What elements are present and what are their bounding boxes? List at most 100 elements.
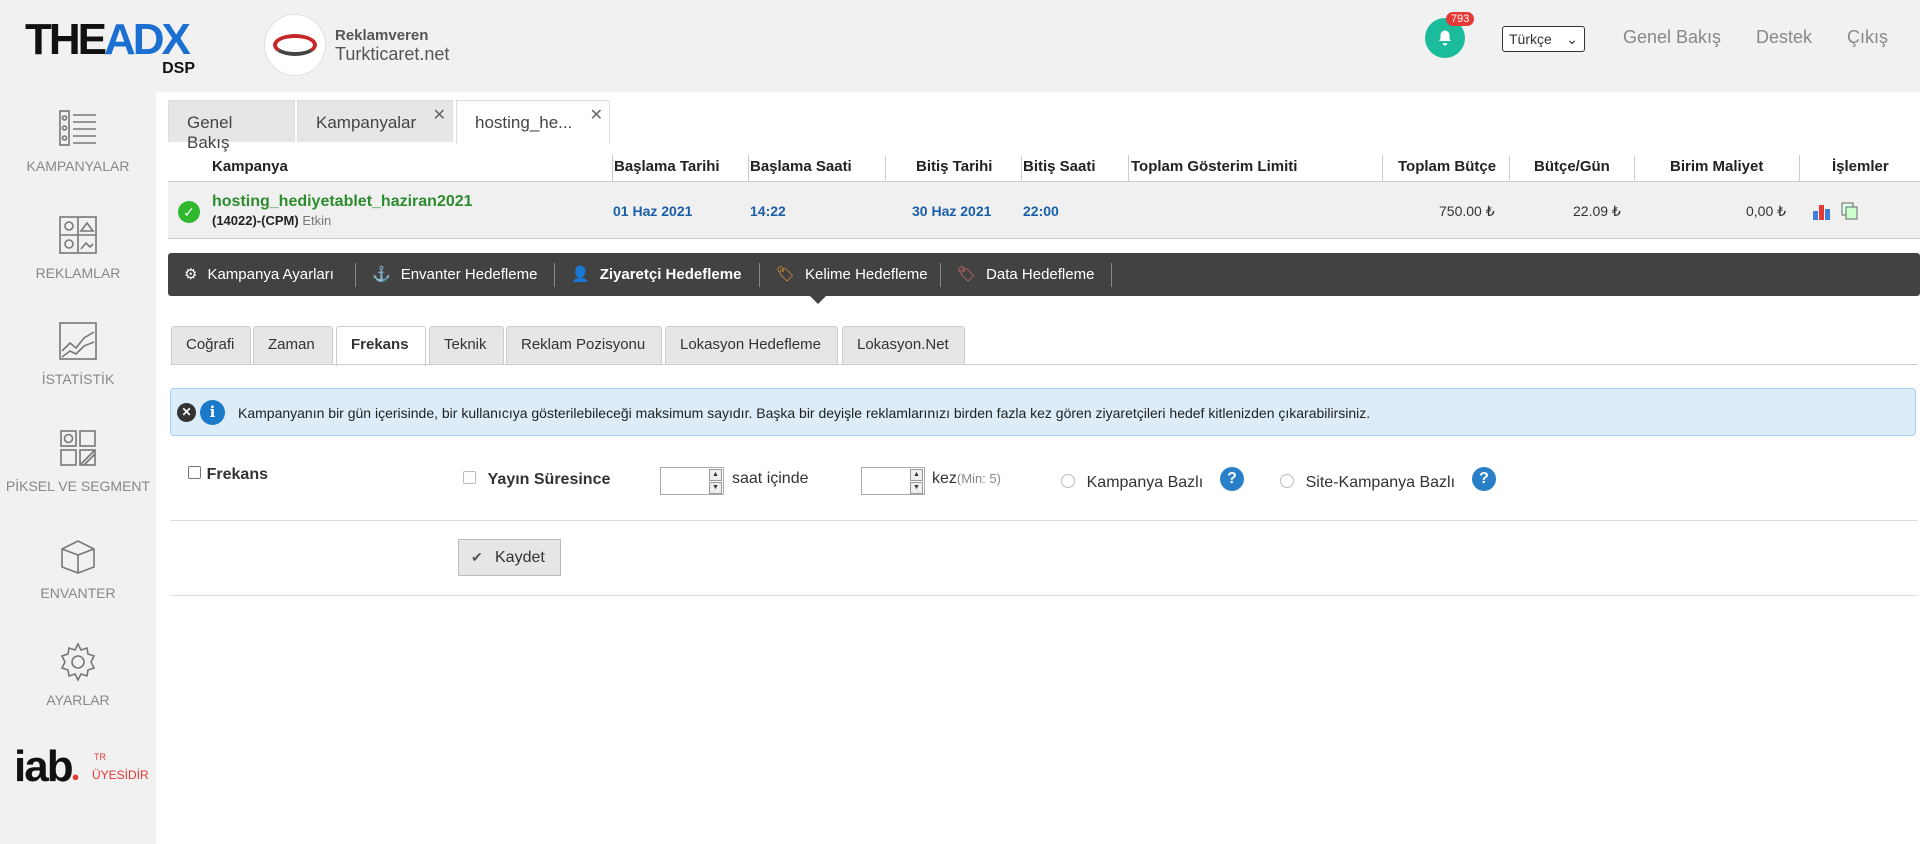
help-icon[interactable]: ? (1472, 467, 1496, 491)
sidebar-item-pixel-segment[interactable]: PİKSEL VE SEGMENT (0, 428, 156, 494)
advertiser-logo (264, 14, 326, 76)
ads-icon (58, 215, 98, 255)
sidebar-item-ads[interactable]: REKLAMLAR (0, 215, 156, 281)
sidebar-item-inventory[interactable]: ENVANTER (0, 535, 156, 601)
chevron-down-icon: ⌄ (1566, 30, 1578, 47)
tab-campaign-detail[interactable]: hosting_he... ✕ (456, 100, 610, 144)
info-text: Kampanyanın bir gün içerisinde, bir kull… (238, 405, 1371, 421)
close-icon[interactable]: ✕ (433, 105, 446, 125)
check-icon: ✔ (471, 549, 483, 565)
info-icon: i (200, 400, 225, 425)
campaign-based-label: Kampanya Bazlı (1086, 474, 1204, 491)
nav-logout[interactable]: Çıkış (1847, 27, 1888, 48)
toolbar-visitor-targeting[interactable]: 👤 Ziyaretçi Hedefleme (571, 265, 741, 283)
chart-line-icon (58, 321, 98, 361)
sidebar-item-label: AYARLAR (46, 692, 110, 708)
pixel-grid-icon (58, 428, 98, 468)
stepper-up-icon[interactable]: ▲ (910, 469, 923, 481)
frequency-checkbox[interactable] (188, 466, 201, 479)
toolbar-campaign-settings[interactable]: ⚙ Kampanya Ayarları (184, 265, 334, 283)
form-divider (170, 520, 1918, 521)
frequency-checkbox-group[interactable]: Frekans (188, 466, 268, 484)
box-icon (58, 535, 98, 575)
site-campaign-based-option[interactable]: Site-Kampanya Bazlı (1280, 474, 1455, 492)
language-select[interactable]: Türkçe ⌄ (1502, 26, 1585, 52)
bar-chart-icon[interactable] (1812, 201, 1832, 224)
tag-icon: 🏷 (776, 266, 796, 283)
campaign-table-header: Kampanya Başlama Tarihi Başlama Saati Bi… (168, 155, 1920, 181)
targeting-toolbar: ⚙ Kampanya Ayarları ⚓ Envanter Hedefleme 👤… (168, 253, 1920, 304)
sidebar-item-settings[interactable]: AYARLAR (0, 642, 156, 708)
toolbar-inventory-targeting[interactable]: ⚓ Envanter Hedefleme (372, 265, 537, 283)
close-icon[interactable]: ✕ (590, 105, 603, 125)
campaign-name[interactable]: hosting_hediyetablet_haziran2021 (212, 193, 473, 211)
visitor-icon: 👤 (571, 266, 590, 283)
tab-location-net[interactable]: Lokasyon.Net (842, 326, 965, 364)
close-icon[interactable]: ✕ (177, 403, 196, 422)
notification-count-badge: 793 (1446, 12, 1475, 26)
help-icon[interactable]: ? (1220, 467, 1244, 491)
sidebar-item-campaigns[interactable]: KAMPANYALAR (0, 108, 156, 174)
campaign-based-option[interactable]: Kampanya Bazlı (1061, 474, 1203, 492)
status-check-icon: ✓ (178, 201, 200, 223)
tab-location-targeting[interactable]: Lokasyon Hedefleme (665, 326, 838, 364)
total-budget: 750.00 ₺ (1439, 203, 1495, 219)
copy-icon[interactable] (1840, 201, 1860, 224)
top-header: THEADX DSP Reklamveren Turkticaret.net 7… (0, 0, 1920, 92)
sidebar-item-label: ENVANTER (40, 585, 116, 601)
tab-geo[interactable]: Coğrafi (171, 326, 251, 364)
tab-overview[interactable]: Genel Bakış (168, 100, 295, 152)
sidebar-item-statistics[interactable]: İSTATİSTİK (0, 321, 156, 387)
sidebar-item-label: KAMPANYALAR (26, 158, 130, 174)
active-caret (810, 296, 826, 304)
stepper-up-icon[interactable]: ▲ (709, 469, 722, 481)
anchor-icon: ⚓ (372, 266, 391, 283)
stepper-down-icon[interactable]: ▼ (910, 482, 923, 494)
sidebar: KAMPANYALAR REKLAMLAR İSTATİSTİK PİKSEL … (0, 92, 156, 844)
sidebar-item-label: PİKSEL VE SEGMENT (5, 478, 151, 494)
hours-stepper[interactable]: ▲ ▼ (660, 467, 724, 495)
sidebar-item-label: REKLAMLAR (35, 265, 121, 281)
nav-support[interactable]: Destek (1756, 27, 1812, 48)
start-time: 14:22 (750, 203, 786, 219)
subtab-divider (170, 364, 1918, 365)
site-campaign-based-radio[interactable] (1280, 474, 1294, 488)
tab-frequency[interactable]: Frekans (336, 326, 426, 366)
save-button[interactable]: ✔ Kaydet (458, 539, 561, 576)
list-icon (58, 108, 98, 148)
advertiser-label: Reklamveren (335, 27, 429, 44)
form-divider (170, 595, 1918, 596)
times-suffix: kez(Min: 5) (932, 470, 1001, 487)
info-alert: ✕ i Kampanyanın bir gün içerisinde, bir … (170, 388, 1916, 436)
unit-cost: 0,00 ₺ (1746, 203, 1787, 219)
toolbar-keyword-targeting[interactable]: 🏷 Kelime Hedefleme (776, 265, 928, 283)
frequency-label: Frekans (206, 466, 268, 483)
broadcast-duration-label: Yayın Süresince (487, 471, 611, 488)
start-date: 01 Haz 2021 (613, 203, 693, 219)
end-date: 30 Haz 2021 (912, 203, 992, 219)
tag-icon: 🏷 (957, 266, 977, 283)
table-row[interactable]: ✓ hosting_hediyetablet_haziran2021 (1402… (168, 181, 1920, 239)
tab-time[interactable]: Zaman (253, 326, 333, 364)
theadx-logo[interactable]: THEADX DSP (25, 18, 205, 78)
nav-overview[interactable]: Genel Bakış (1623, 27, 1721, 48)
hours-suffix: saat içinde (732, 470, 809, 487)
language-selected: Türkçe (1509, 31, 1552, 47)
campaign-status: Etkin (302, 213, 332, 228)
broadcast-duration-checkbox[interactable] (463, 471, 476, 484)
tab-technical[interactable]: Teknik (429, 326, 504, 364)
sidebar-item-label: İSTATİSTİK (41, 371, 115, 387)
site-campaign-based-label: Site-Kampanya Bazlı (1305, 474, 1456, 491)
campaign-based-radio[interactable] (1061, 474, 1075, 488)
tab-ad-position[interactable]: Reklam Pozisyonu (506, 326, 662, 364)
campaign-code: (14022)-(CPM) Etkin (212, 213, 332, 228)
tab-campaigns[interactable]: Kampanyalar ✕ (297, 100, 453, 142)
end-time: 22:00 (1023, 203, 1059, 219)
times-stepper[interactable]: ▲ ▼ (861, 467, 925, 495)
gear-icon (58, 642, 98, 682)
toolbar-data-targeting[interactable]: 🏷 Data Hedefleme (957, 265, 1094, 283)
gear-icon: ⚙ (184, 266, 198, 283)
budget-per-day: 22.09 ₺ (1573, 203, 1621, 219)
iab-member-logo: iab● ÜYESİDİR TR (14, 742, 149, 791)
stepper-down-icon[interactable]: ▼ (709, 482, 722, 494)
